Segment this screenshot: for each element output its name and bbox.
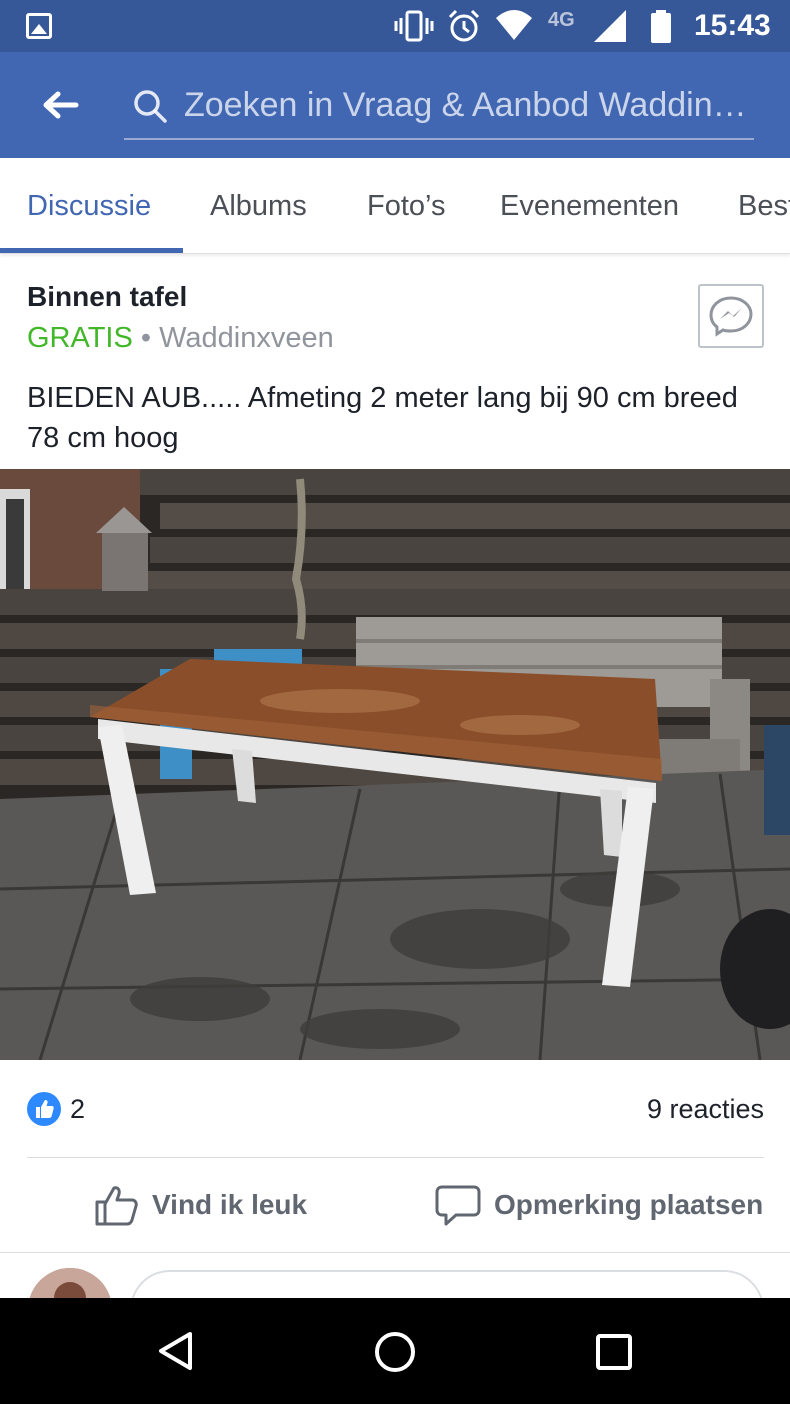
status-bar: 4G 15:43: [0, 0, 790, 52]
messenger-icon: [709, 296, 753, 337]
tab-fotos[interactable]: Foto’s: [367, 188, 445, 224]
system-nav-bar: [0, 1298, 790, 1404]
divider: [0, 1252, 790, 1253]
comment-bubble-icon: [435, 1185, 481, 1226]
vibrate-icon: [394, 8, 434, 44]
reactions-summary: 2 9 reacties: [27, 1090, 764, 1130]
clock-time: 15:43: [694, 9, 771, 42]
like-button[interactable]: Vind ik leuk: [94, 1180, 307, 1230]
tab-evenementen[interactable]: Evenementen: [500, 188, 679, 224]
location-label[interactable]: Waddinxveen: [159, 322, 334, 354]
comment-count[interactable]: 9 reacties: [647, 1092, 764, 1126]
post-photo[interactable]: [0, 469, 790, 1060]
post-title: Binnen tafel: [27, 281, 188, 312]
like-button-label: Vind ik leuk: [152, 1189, 308, 1220]
network-type: 4G: [548, 8, 575, 31]
search-placeholder: Zoeken in Vraag & Aanbod Waddin…: [184, 86, 747, 124]
post-description: BIEDEN AUB..... Afmeting 2 meter lang bi…: [27, 382, 738, 454]
comment-button-label: Opmerking plaatsen: [494, 1189, 764, 1220]
meta-separator: •: [140, 322, 152, 354]
like-badge-icon[interactable]: [27, 1092, 61, 1126]
table-photo-image: [0, 469, 790, 1060]
messenger-button[interactable]: [698, 284, 764, 348]
search-icon: [134, 90, 167, 123]
tab-discussie[interactable]: Discussie: [27, 188, 151, 224]
active-tab-indicator: [0, 248, 183, 253]
battery-icon: [650, 8, 672, 44]
signal-icon: [594, 8, 628, 44]
alarm-icon: [446, 8, 482, 44]
comment-button[interactable]: Opmerking plaatsen: [434, 1180, 763, 1230]
gallery-icon: [26, 13, 52, 39]
post-meta: GRATIS • Waddinxveen: [27, 320, 334, 356]
thumbs-up-icon: [95, 1186, 138, 1226]
divider: [27, 1157, 764, 1158]
recents-nav-icon[interactable]: [594, 1332, 634, 1372]
tab-albums[interactable]: Albums: [210, 188, 307, 224]
price-label: GRATIS: [27, 322, 133, 354]
wifi-icon: [494, 8, 534, 44]
group-tabs: Discussie Albums Foto’s Evenementen Best: [0, 158, 790, 254]
tab-bestanden[interactable]: Best: [738, 188, 790, 224]
home-nav-icon[interactable]: [373, 1330, 417, 1374]
back-nav-icon[interactable]: [156, 1331, 196, 1371]
back-arrow-icon[interactable]: [40, 85, 80, 125]
like-count[interactable]: 2: [70, 1092, 85, 1126]
